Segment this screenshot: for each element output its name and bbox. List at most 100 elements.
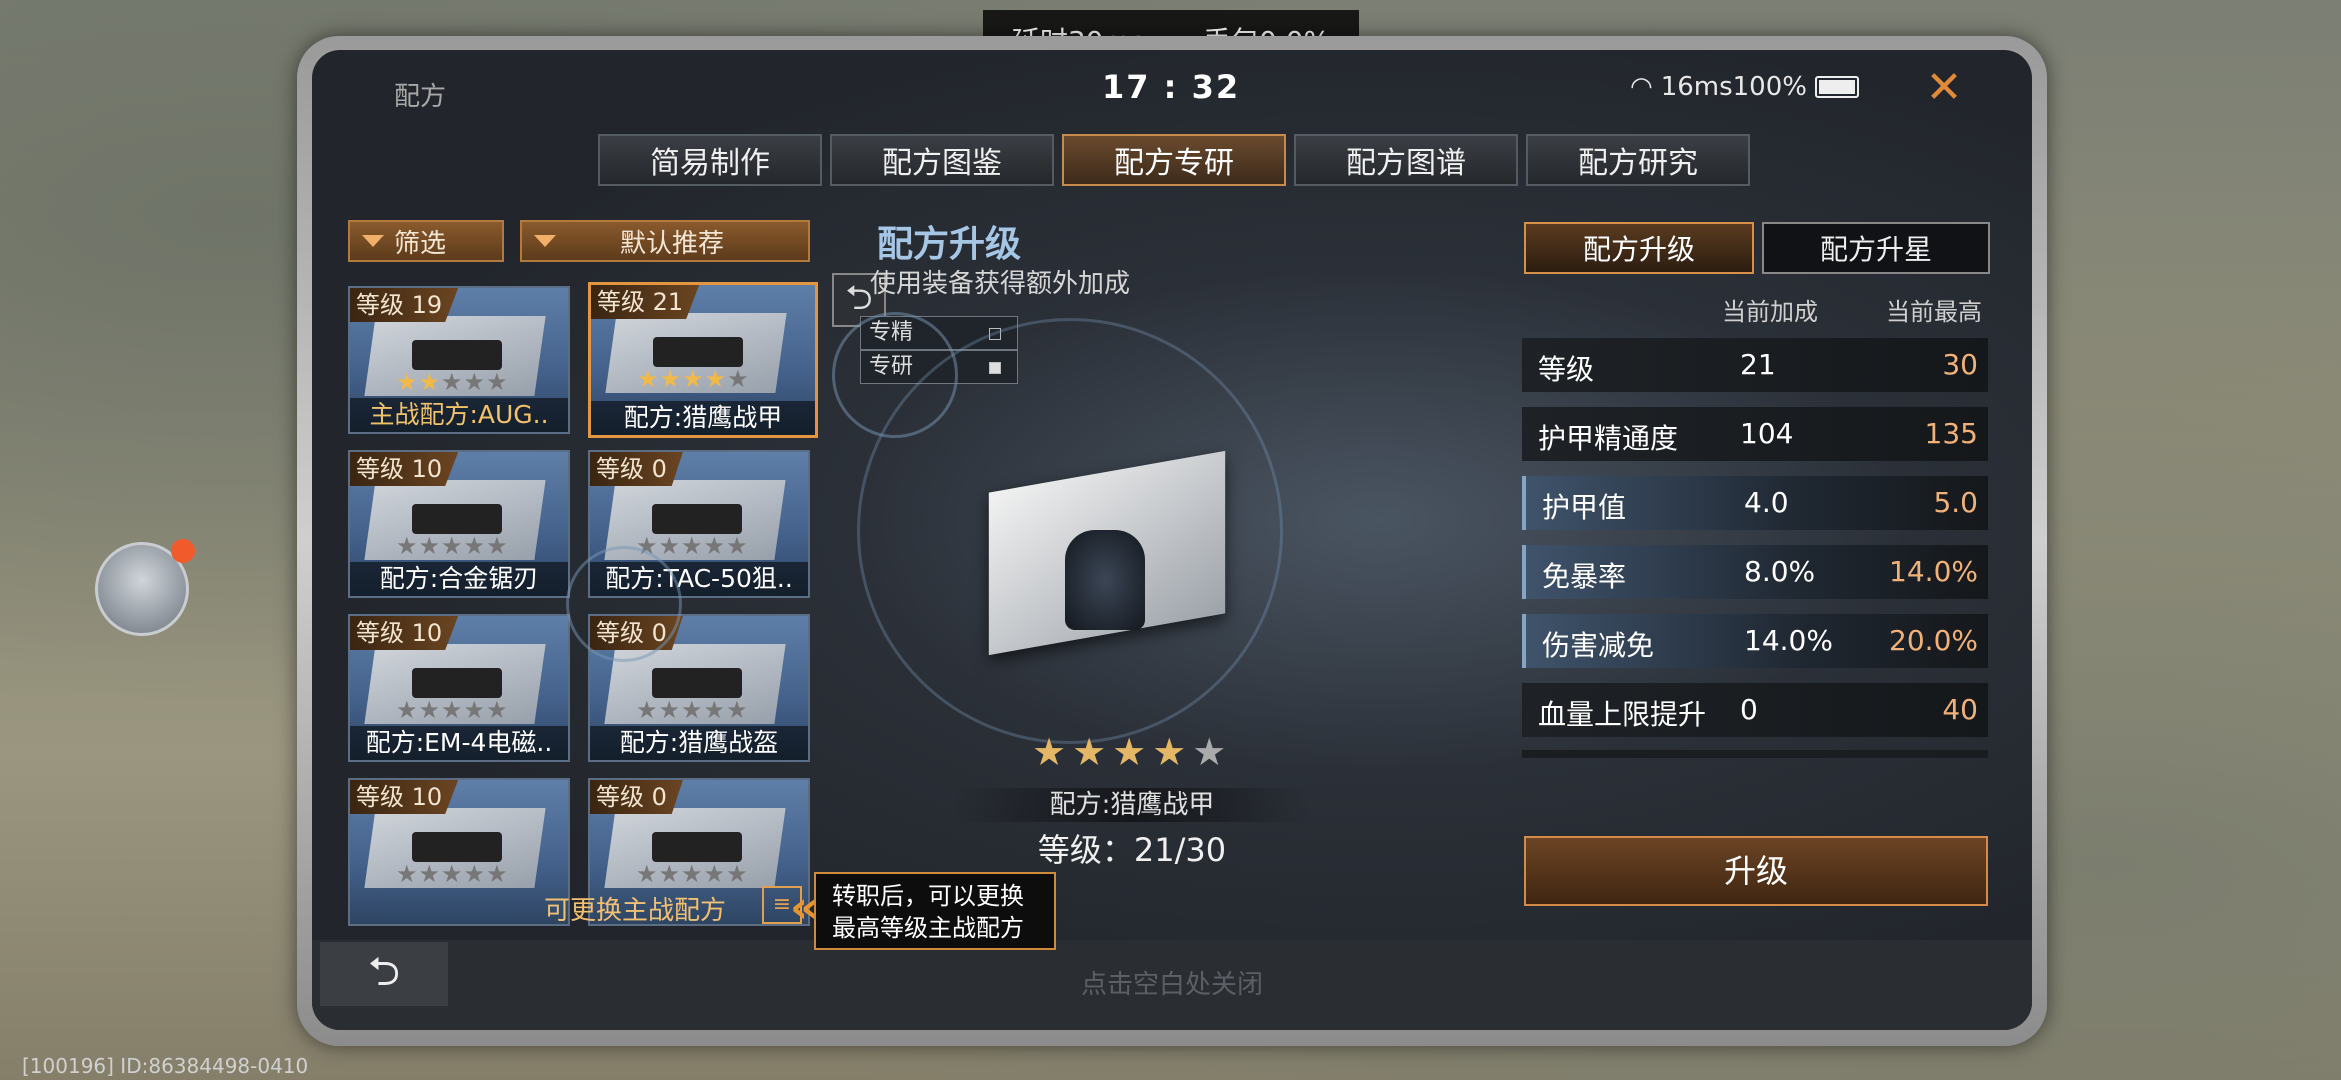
star-empty-icon: ★ — [636, 696, 659, 724]
card-stars: ★★★★★ — [636, 860, 749, 888]
section-subtitle: 使用装备获得额外加成 — [870, 269, 1131, 299]
stat-label: 伤害减免 — [1542, 629, 1655, 662]
tab-recipe-gallery[interactable]: 配方图鉴 — [830, 134, 1054, 186]
stat-max: 30 — [1942, 348, 1978, 381]
card-stars: ★★★★★ — [396, 368, 509, 396]
stat-current: 0 — [1740, 693, 1758, 726]
section-title: 配方升级 — [877, 224, 1022, 265]
card-level: 等级 10 — [350, 780, 459, 814]
star-empty-icon: ★ — [681, 532, 704, 560]
recipe-card[interactable]: ★★★★★ 等级 10 配方:EM-4电磁.. — [348, 614, 570, 762]
wifi-icon: ◠ — [1630, 72, 1653, 102]
recipe-card[interactable]: ★★★★★ 等级 21 配方:猎鹰战甲 — [588, 282, 818, 438]
tooltip: 转职后，可以更换 最高等级主战配方 — [814, 872, 1056, 950]
equipment-icon — [652, 832, 742, 862]
equipment-icon — [412, 340, 502, 370]
equipment-icon — [412, 504, 502, 534]
star-filled-icon: ★ — [659, 365, 683, 393]
star-empty-icon: ★ — [726, 532, 749, 560]
star-filled-icon: ★ — [704, 365, 728, 393]
upgrade-button[interactable]: 升级 — [1524, 836, 1988, 906]
star-empty-icon: ★ — [463, 860, 487, 888]
star-empty-icon: ★ — [418, 532, 442, 560]
tab-recipe-star-up[interactable]: 配方升星 — [1762, 222, 1990, 274]
star-empty-icon: ★ — [486, 696, 509, 724]
tab-recipe-research[interactable]: 配方研究 — [1526, 134, 1750, 186]
decor-circle-icon — [832, 312, 958, 438]
star-empty-icon: ★ — [441, 368, 464, 396]
signal-status: ◠ 16ms100% — [1630, 72, 1859, 102]
clock: 17 : 32 — [1102, 68, 1241, 106]
close-hint[interactable]: 点击空白处关闭 — [312, 964, 2032, 1001]
filter-label: 筛选 — [394, 228, 447, 259]
card-stars: ★★★★★ — [396, 532, 509, 560]
tab-simple-craft[interactable]: 简易制作 — [598, 134, 822, 186]
stat-label: 护甲值 — [1542, 491, 1627, 524]
star-filled-icon: ★ — [682, 365, 705, 393]
card-stars: ★★★★★ — [636, 696, 749, 724]
stat-label: 等级 — [1538, 353, 1595, 386]
tab-recipe-study[interactable]: 配方专研 — [1062, 134, 1286, 186]
card-level: 等级 0 — [590, 780, 683, 814]
stat-current: 21 — [1740, 348, 1776, 381]
sort-dropdown[interactable]: 默认推荐 — [520, 220, 810, 262]
star-filled-icon: ★ — [637, 365, 660, 393]
recipe-card[interactable]: ★★★★★ 等级 10 — [348, 778, 570, 926]
stat-max: 14.0% — [1889, 555, 1978, 588]
recipe-card[interactable]: ★★★★★ 等级 19 主战配方:AUG.. — [348, 286, 570, 434]
star-empty-icon: ★ — [463, 368, 487, 396]
card-stars: ★★★★★ — [637, 365, 750, 393]
card-level: 等级 0 — [590, 452, 683, 486]
stat-current: 8.0% — [1744, 555, 1816, 588]
tab-bar: 简易制作 配方图鉴 配方专研 配方图谱 配方研究 — [598, 134, 1750, 186]
armor-icon — [1065, 530, 1145, 630]
card-level: 等级 21 — [591, 285, 700, 319]
star-filled-icon: ★ — [396, 368, 419, 396]
equipment-icon — [412, 668, 502, 698]
star-empty-icon: ★ — [486, 860, 509, 888]
sort-label: 默认推荐 — [620, 228, 725, 259]
recipe-level: 等级：21/30 — [1037, 831, 1227, 869]
divider — [1522, 750, 1988, 758]
star-empty-icon: ★ — [703, 696, 727, 724]
card-level: 等级 10 — [350, 452, 459, 486]
close-icon[interactable]: ✕ — [1922, 66, 1966, 112]
ping-battery-text: 16ms100% — [1660, 72, 1807, 102]
star-empty-icon: ★ — [658, 696, 682, 724]
equipment-icon — [652, 504, 742, 534]
star-filled-icon: ★ — [418, 368, 442, 396]
stat-row: 免暴率 8.0% 14.0% — [1522, 545, 1988, 599]
stat-row: 伤害减免 14.0% 20.0% — [1522, 614, 1988, 668]
stat-max: 135 — [1924, 417, 1978, 450]
card-name: 配方:猎鹰战盔 — [590, 726, 808, 760]
filter-button[interactable]: 筛选 — [348, 220, 504, 262]
star-empty-icon: ★ — [658, 532, 682, 560]
stat-label: 血量上限提升 — [1538, 698, 1707, 731]
star-empty-icon: ★ — [441, 860, 464, 888]
equipment-icon — [412, 832, 502, 862]
star-empty-icon: ★ — [681, 696, 704, 724]
tab-recipe-upgrade[interactable]: 配方升级 — [1524, 222, 1754, 274]
star-empty-icon: ★ — [703, 860, 727, 888]
tab-recipe-atlas[interactable]: 配方图谱 — [1294, 134, 1518, 186]
column-current: 当前加成 — [1722, 298, 1818, 326]
stat-max: 5.0 — [1933, 486, 1978, 519]
stat-label: 免暴率 — [1542, 560, 1627, 593]
recipe-name: 配方:猎鹰战甲 — [952, 788, 1312, 822]
stars-empty: ★ — [1192, 730, 1233, 774]
stat-current: 104 — [1740, 417, 1794, 450]
tooltip-line: 转职后，可以更换 — [832, 882, 1024, 910]
stat-row: 护甲值 4.0 5.0 — [1522, 476, 1988, 530]
recipe-card[interactable]: ★★★★★ 等级 10 配方:合金锯刃 — [348, 450, 570, 598]
footer-info: [100196] ID:86384498-0410 — [22, 1054, 309, 1078]
star-empty-icon: ★ — [441, 532, 464, 560]
stat-row: 等级 21 30 — [1522, 338, 1988, 392]
card-name: 主战配方:AUG.. — [350, 398, 568, 432]
star-empty-icon: ★ — [441, 696, 464, 724]
stat-max: 40 — [1942, 693, 1978, 726]
column-max: 当前最高 — [1886, 298, 1982, 326]
notification-dot — [171, 539, 195, 563]
star-empty-icon: ★ — [727, 365, 750, 393]
replace-main-recipe-label: 可更换主战配方 — [544, 896, 727, 926]
equipment-icon — [653, 337, 743, 367]
